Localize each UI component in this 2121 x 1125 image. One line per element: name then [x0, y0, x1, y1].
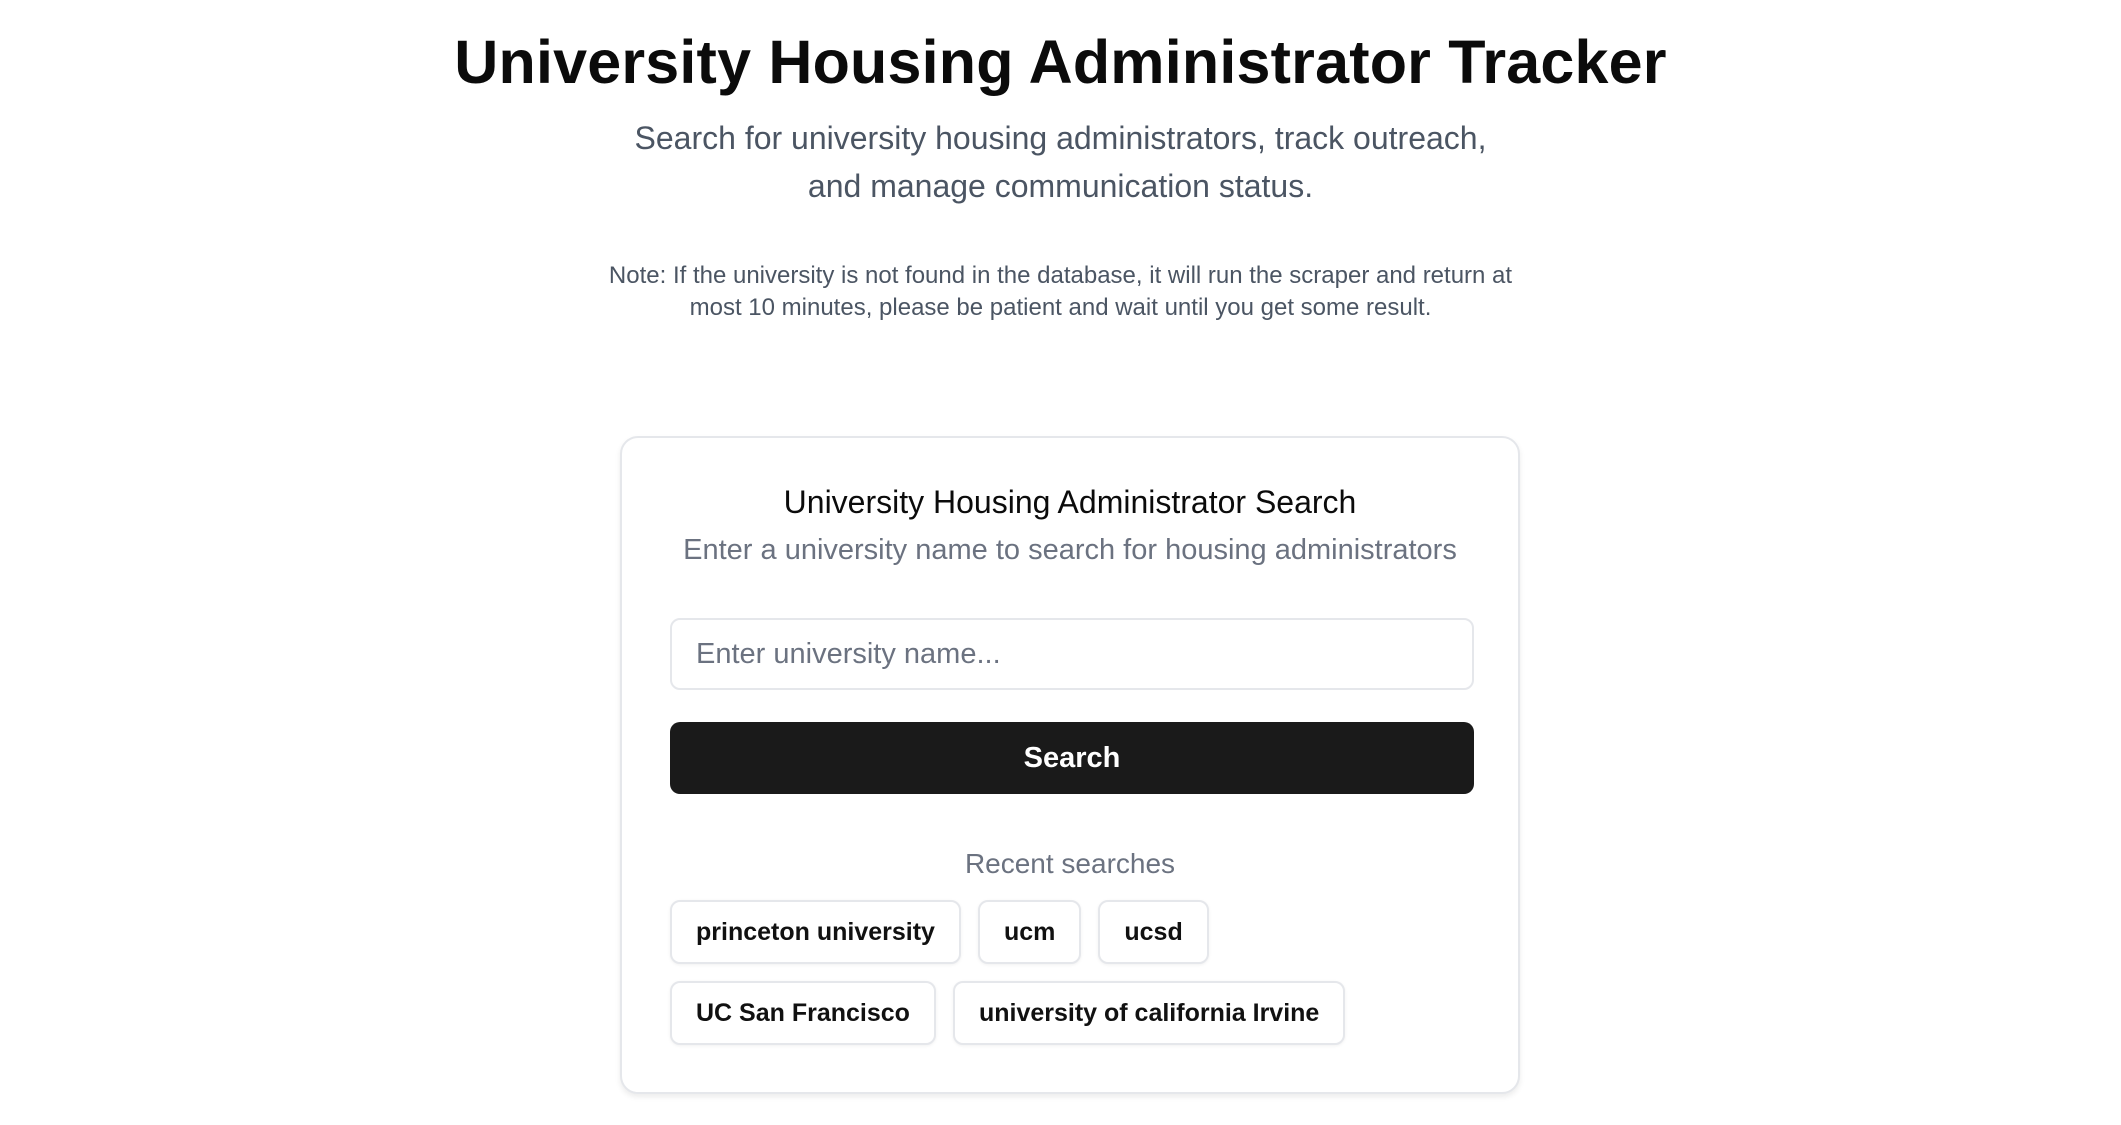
search-card: University Housing Administrator Search …: [620, 436, 1520, 1094]
page-title: University Housing Administrator Tracker: [454, 28, 1667, 96]
search-card-title: University Housing Administrator Search: [783, 484, 1357, 520]
recent-search-chip[interactable]: ucsd: [1098, 900, 1209, 964]
search-button[interactable]: Search: [670, 722, 1474, 794]
page-header: University Housing Administrator Tracker…: [0, 24, 2121, 324]
recent-searches-label: Recent searches: [964, 848, 1176, 879]
page: University Housing Administrator Tracker…: [0, 0, 2121, 1125]
recent-search-chip[interactable]: university of california Irvine: [952, 981, 1346, 1045]
search-card-subtitle: Enter a university name to search for ho…: [683, 534, 1457, 566]
page-subtitle: Search for university housing administra…: [634, 120, 1487, 204]
university-search-input[interactable]: [670, 618, 1474, 690]
recent-search-chip[interactable]: ucm: [977, 900, 1082, 964]
recent-searches-list: princeton university ucm ucsd UC San Fra…: [670, 900, 1470, 1045]
recent-search-chip[interactable]: princeton university: [670, 900, 961, 964]
scraper-note: Note: If the university is not found in …: [608, 262, 1513, 321]
recent-search-chip[interactable]: UC San Francisco: [670, 981, 936, 1045]
